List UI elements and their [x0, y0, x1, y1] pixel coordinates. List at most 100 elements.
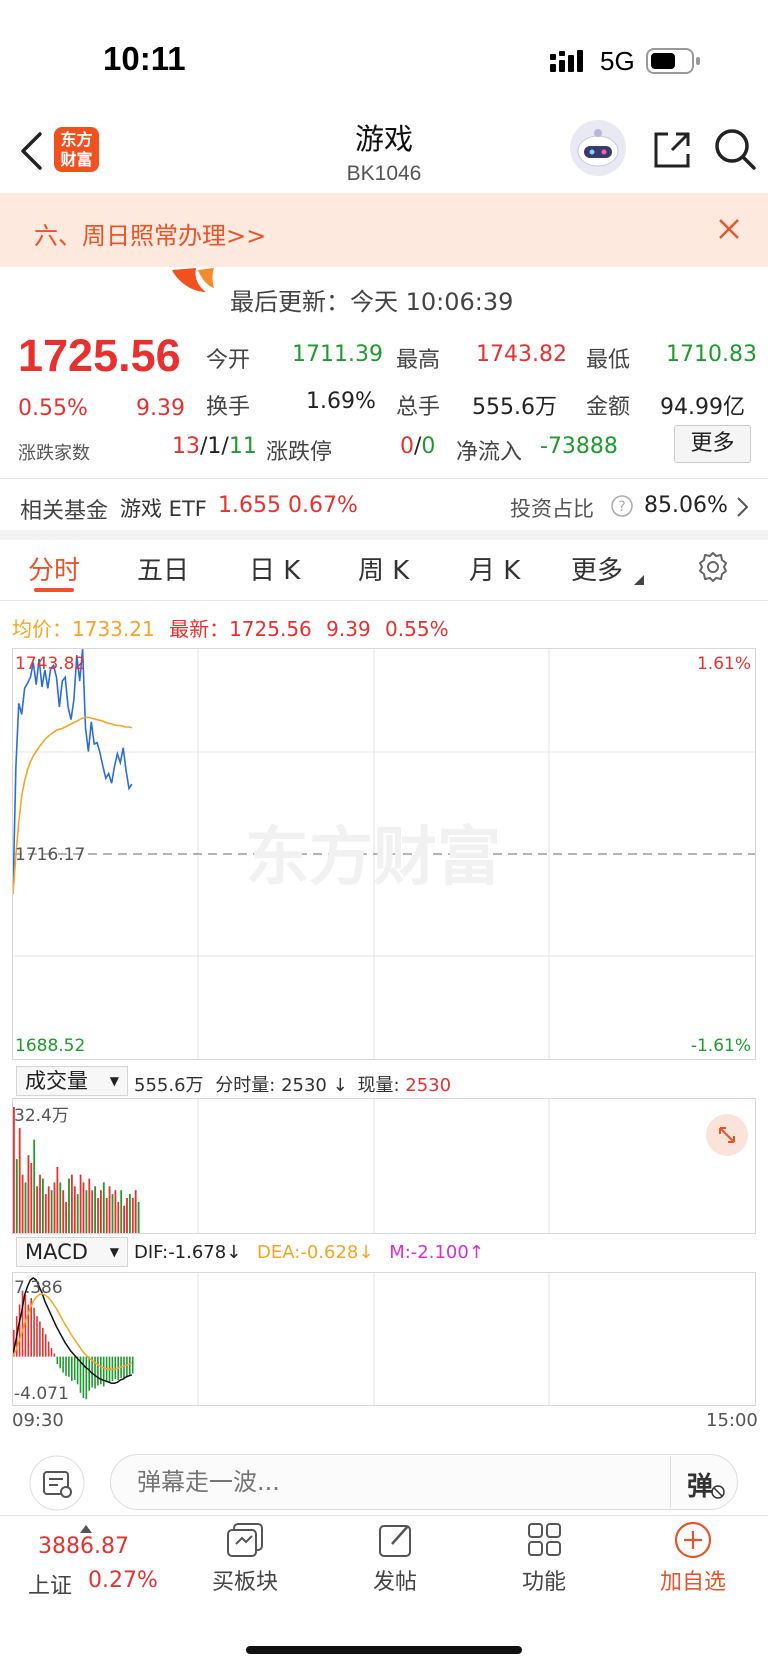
tab-more-caret-icon — [634, 570, 644, 589]
volume-indicator-select[interactable]: 成交量 ▼ — [16, 1066, 128, 1096]
macd-grid — [197, 1273, 550, 1405]
volume-bar — [68, 1178, 70, 1233]
macd-min-label: -4.071 — [14, 1384, 69, 1404]
volume-bar — [94, 1186, 96, 1233]
ratio-label: 投资占比 — [510, 497, 594, 521]
volume-label: 总手 — [396, 395, 441, 420]
volume-bar — [120, 1190, 123, 1233]
macd-histogram-bar — [59, 1356, 61, 1369]
volume-bar — [123, 1205, 125, 1233]
macd-histogram-bar — [62, 1356, 64, 1373]
volume-bar — [100, 1190, 102, 1233]
volume-grid — [197, 1099, 550, 1233]
tab-monthly-k[interactable]: 月 K — [469, 550, 520, 587]
section-gap — [0, 530, 768, 540]
volume-bar — [56, 1166, 59, 1233]
settings-gear-icon[interactable] — [696, 550, 730, 588]
turnover-value: 1.69% — [306, 389, 376, 414]
macd-histogram-bar — [102, 1356, 105, 1387]
danmu-input[interactable] — [137, 1465, 637, 1499]
nav-post[interactable]: 发帖 — [340, 1520, 450, 1598]
svg-text:?: ? — [618, 499, 625, 515]
danmu-toggle-button[interactable]: 弹 — [670, 1456, 736, 1508]
fund-name[interactable]: 游戏 ETF — [120, 493, 207, 523]
volume-bar — [134, 1190, 137, 1233]
tab-daily-k[interactable]: 日 K — [249, 550, 300, 587]
macd-histogram-bar — [24, 1294, 27, 1357]
y-top-label: 1743.82 — [15, 654, 85, 674]
change-pct: 0.55% — [18, 396, 88, 421]
adv-dec-values: 13/1/11 — [172, 434, 257, 459]
netflow-label: 净流入 — [456, 440, 523, 465]
macd-chart[interactable]: 7.386 -4.071 — [12, 1272, 756, 1406]
turnover-label: 换手 — [206, 395, 251, 420]
volume-bar — [44, 1194, 47, 1233]
tab-five-day[interactable]: 五日 — [137, 550, 189, 587]
volume-bar — [62, 1190, 65, 1233]
volume-bar — [117, 1201, 120, 1233]
home-indicator — [246, 1646, 522, 1654]
down-arrow-icon: ↓ — [226, 1242, 242, 1263]
volume-bar — [71, 1174, 73, 1233]
macd-histogram-bar — [97, 1356, 99, 1386]
volume-bar — [59, 1182, 62, 1233]
add-circle-icon — [673, 1520, 713, 1564]
ratio-value: 85.06% — [644, 493, 728, 518]
close-icon[interactable] — [718, 218, 740, 244]
nav-functions[interactable]: 功能 — [489, 1520, 599, 1598]
adv-dec-label: 涨跌家数 — [18, 443, 90, 464]
macd-histogram-bar — [73, 1356, 76, 1380]
netflow-value: -73888 — [540, 434, 618, 459]
macd-indicator-select[interactable]: MACD ▼ — [16, 1237, 128, 1267]
up-arrow-icon: ↑ — [468, 1242, 484, 1263]
volume-bar — [114, 1190, 117, 1233]
nav-add-watchlist[interactable]: 加自选 — [638, 1520, 748, 1598]
time-end-label: 15:00 — [706, 1410, 758, 1431]
limit-values: 0/0 — [400, 434, 436, 459]
macd-histogram-bar — [88, 1356, 90, 1391]
help-icon[interactable]: ? — [610, 494, 634, 522]
volume-bar — [97, 1198, 99, 1233]
volume-bar — [50, 1190, 53, 1233]
comment-list-icon[interactable] — [28, 1454, 86, 1516]
watermark: 东方财富 — [245, 821, 501, 895]
volume-bar — [111, 1194, 114, 1233]
down-arrow-icon: ↓ — [358, 1242, 374, 1263]
fund-price: 1.655 — [218, 493, 281, 518]
volume-chart[interactable]: 32.4万 — [12, 1098, 756, 1234]
more-quote-button[interactable]: 更多 — [674, 425, 751, 463]
tab-active-indicator — [34, 588, 74, 592]
expand-icon[interactable] — [705, 1113, 749, 1161]
low-label: 最低 — [586, 348, 631, 373]
last-update: 最后更新：今天 10:06:39 — [230, 288, 514, 316]
volume-bar — [24, 1182, 27, 1233]
macd-histogram-bar — [129, 1356, 131, 1375]
notice-text[interactable]: 六、周日照常办理>> — [34, 216, 266, 251]
nav-buy-sector[interactable]: 买板块 — [190, 1520, 300, 1598]
volume-bar — [105, 1198, 108, 1233]
tab-more[interactable]: 更多 — [571, 550, 623, 587]
time-start-label: 09:30 — [12, 1410, 64, 1431]
volume-bar — [76, 1194, 79, 1233]
volume-bar — [30, 1163, 33, 1233]
functions-grid-icon — [525, 1520, 565, 1564]
share-icon[interactable] — [650, 128, 694, 176]
pct-top-label: 1.61% — [697, 654, 751, 674]
volume-bar — [53, 1182, 56, 1233]
divider — [0, 478, 768, 479]
tab-intraday[interactable]: 分时 — [28, 550, 80, 587]
macd-histogram-bar — [114, 1356, 117, 1379]
robot-assistant-icon[interactable] — [568, 118, 628, 182]
macd-histogram-bar — [65, 1356, 67, 1376]
macd-histogram-bar — [56, 1356, 59, 1365]
macd-histogram-bar — [68, 1356, 70, 1377]
macd-histogram-bar — [47, 1341, 50, 1357]
price-chart[interactable]: 东方财富 1743.82 1716.17 1688.52 1.61% -1.61… — [12, 648, 756, 1060]
comment-input-box[interactable] — [110, 1454, 738, 1510]
open-value: 1711.39 — [292, 342, 383, 367]
tab-weekly-k[interactable]: 周 K — [358, 550, 409, 587]
chevron-right-icon[interactable] — [736, 496, 750, 522]
volume-bar — [65, 1201, 67, 1233]
amount-value: 94.99亿 — [660, 395, 745, 420]
search-icon[interactable] — [712, 126, 758, 176]
